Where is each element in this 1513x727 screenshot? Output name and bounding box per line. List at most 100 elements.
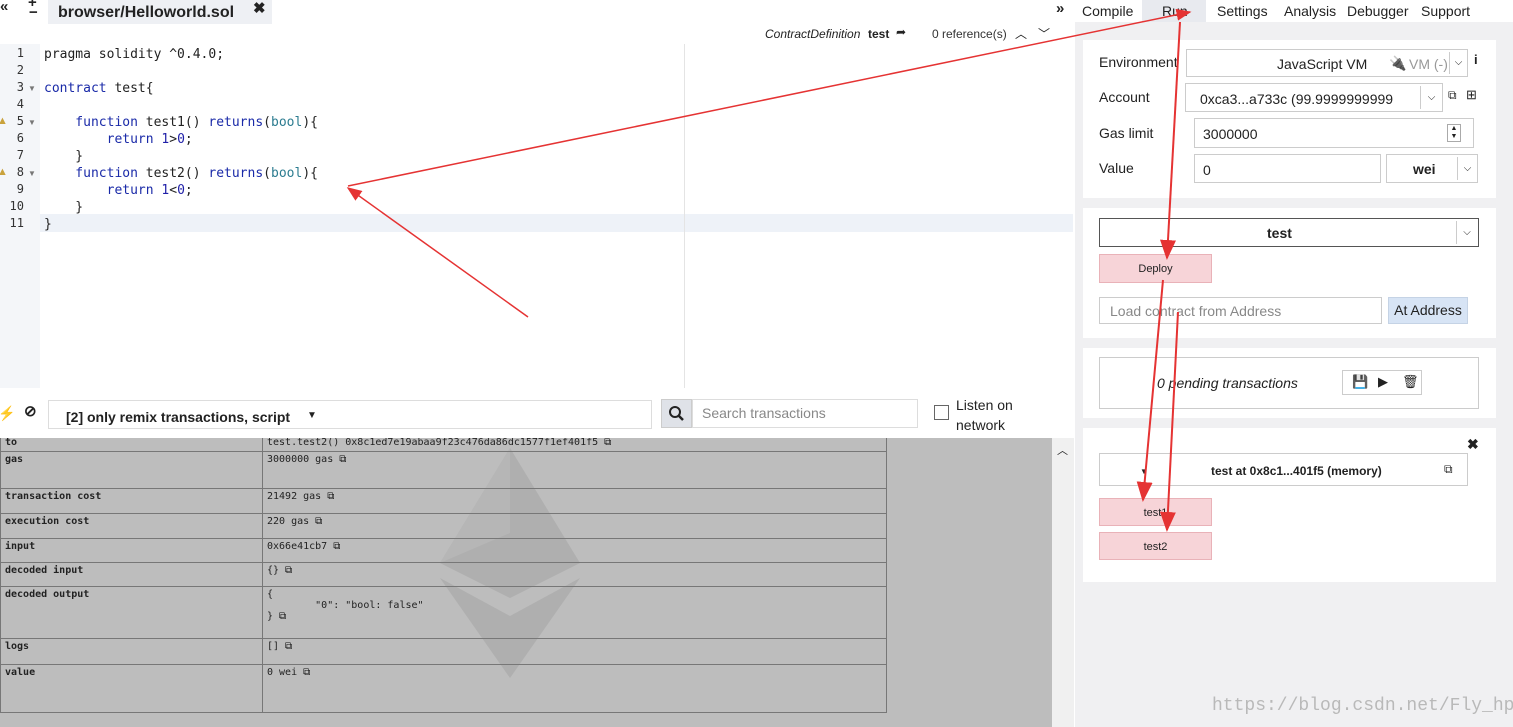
tx-key: value (0, 664, 263, 713)
code-token: ( (263, 115, 271, 130)
account-select[interactable]: 0xca3...a733c (99.9999999999 ⌵ (1185, 83, 1443, 112)
transaction-filter-dropdown[interactable]: [2] only remix transactions, script ▼ (48, 400, 652, 429)
trash-icon[interactable]: 🗑 (1402, 374, 1419, 390)
at-address-button[interactable]: At Address (1388, 297, 1468, 324)
search-button[interactable] (661, 399, 692, 428)
line-number: 9 (16, 182, 24, 196)
copy-account-icon[interactable]: ⧉ (1448, 88, 1457, 103)
copy-icon[interactable]: ⧉ (303, 667, 310, 678)
pending-controls: 💾 ▶ 🗑 (1342, 370, 1422, 395)
spinner-icon[interactable]: ▲ ▼ (1447, 124, 1461, 142)
close-instance-icon[interactable]: ✖ (1467, 436, 1479, 453)
tx-row: logs [] ⧉ (0, 638, 887, 665)
gas-limit-input[interactable]: 3000000 ▲ ▼ (1194, 118, 1474, 148)
code-token: returns (208, 115, 264, 130)
deploy-button[interactable]: Deploy (1099, 254, 1212, 283)
copy-address-icon[interactable]: ⧉ (1444, 462, 1453, 477)
code-token: function (44, 115, 146, 130)
tx-row: value 0 wei ⧉ (0, 664, 887, 713)
chevron-down-icon: ⌵ (1449, 52, 1467, 74)
search-transactions-input[interactable]: Search transactions (692, 399, 918, 428)
listen-on-network-checkbox[interactable] (934, 405, 949, 420)
chevron-down-icon[interactable]: ﹀ (1038, 25, 1050, 42)
line-number: 2 (16, 63, 24, 77)
fold-toggle-icon[interactable]: ▼ (28, 169, 36, 178)
fold-toggle-icon[interactable]: ▼ (28, 84, 36, 93)
copy-icon[interactable]: ⧉ (604, 438, 611, 448)
decrease-font-icon[interactable]: − (29, 4, 38, 21)
file-tab[interactable]: browser/Helloworld.sol ✖ (48, 0, 272, 24)
plug-icon: 🔌 (1389, 55, 1407, 71)
copy-icon[interactable]: ⧉ (327, 491, 334, 502)
value-input[interactable]: 0 (1194, 154, 1381, 183)
expand-right-icon[interactable]: » (1056, 0, 1064, 17)
copy-icon[interactable]: ⧉ (279, 611, 286, 622)
collapse-left-icon[interactable]: « (0, 0, 8, 15)
terminal-output: to test.test2() 0x8c1ed7e19abaa9f23c476da… (0, 438, 1052, 727)
tx-row: gas 3000000 gas ⧉ (0, 451, 887, 489)
environment-value: JavaScript VM (1277, 56, 1368, 72)
code-token: } (44, 200, 84, 215)
filter-label: [2] only remix transactions, script (66, 409, 291, 425)
tx-row: execution cost 220 gas ⧉ (0, 513, 887, 539)
load-contract-address-input[interactable]: Load contract from Address (1099, 297, 1382, 324)
value-unit-select[interactable]: wei ⌵ (1386, 154, 1478, 183)
tab-compile[interactable]: Compile (1082, 3, 1133, 19)
copy-icon[interactable]: ⧉ (339, 454, 346, 465)
add-account-icon[interactable]: ⊞ (1466, 87, 1477, 103)
copy-icon[interactable]: ⧉ (315, 516, 322, 527)
tab-support[interactable]: Support (1421, 3, 1470, 19)
tx-row: input 0x66e41cb7 ⧉ (0, 538, 887, 563)
tab-analysis[interactable]: Analysis (1284, 3, 1336, 19)
code-line: } (44, 148, 83, 165)
code-token: < (169, 183, 178, 198)
play-icon[interactable]: ▶ (1378, 374, 1388, 390)
terminal-toolbar: ⚡ ⊘ [2] only remix transactions, script … (0, 392, 1075, 438)
contract-select[interactable]: test ⌵ (1099, 218, 1479, 247)
copy-icon[interactable]: ⧉ (333, 541, 340, 552)
pending-transactions-text: 0 pending transactions (1157, 375, 1298, 391)
tx-key: decoded input (0, 562, 263, 587)
function-test2-button[interactable]: test2 (1099, 532, 1212, 560)
tab-debugger[interactable]: Debugger (1347, 3, 1409, 19)
code-lines[interactable]: pragma solidity ^0.4.0; contract test{ fu… (44, 44, 1073, 388)
chevron-up-icon[interactable]: ︿ (1015, 25, 1027, 42)
copy-icon[interactable]: ⧉ (285, 565, 292, 576)
tab-settings[interactable]: Settings (1217, 3, 1268, 19)
warning-icon[interactable]: ▲ (0, 166, 8, 178)
close-icon[interactable]: ✖ (253, 0, 266, 17)
tx-row: to test.test2() 0x8c1ed7e19abaa9f23c476da… (0, 438, 887, 452)
go-to-definition-icon[interactable]: ➦ (896, 25, 906, 39)
tx-row: transaction cost 21492 gas ⧉ (0, 488, 887, 514)
value-label: Value (1099, 160, 1134, 176)
save-icon[interactable]: 💾 (1352, 374, 1368, 390)
code-line: contract test{ (44, 80, 154, 97)
tx-value-text: { "0": "bool: false" } (267, 589, 424, 622)
tab-run[interactable]: Run (1162, 3, 1188, 19)
tx-value-text: 21492 gas (267, 491, 322, 502)
line-number: 7 (16, 148, 24, 162)
code-token: 0 (177, 132, 185, 147)
instance-header[interactable]: ▼ test at 0x8c1...401f5 (memory) ⧉ (1099, 453, 1468, 486)
warning-icon[interactable]: ▲ (0, 115, 8, 127)
clear-console-icon[interactable]: ⊘ (24, 402, 37, 420)
function-test1-button[interactable]: test1 (1099, 498, 1212, 526)
caret-down-icon[interactable]: ▼ (1140, 467, 1148, 476)
code-line: return 1<0; (44, 182, 193, 199)
toggle-terminal-icon[interactable]: ⚡ (0, 405, 15, 422)
line-number: 10 (9, 199, 24, 213)
terminal-scrollbar[interactable]: ︿ (1052, 438, 1074, 727)
copy-icon[interactable]: ⧉ (285, 641, 292, 652)
info-icon[interactable]: i (1474, 52, 1478, 67)
code-line: pragma solidity ^0.4.0; (44, 46, 224, 63)
tab-bar: « + − browser/Helloworld.sol ✖ » (0, 0, 1075, 24)
environment-label: Environment (1099, 54, 1178, 70)
environment-select[interactable]: JavaScript VM 🔌 VM (-) ⌵ (1186, 49, 1468, 77)
code-editor[interactable]: 1 2 3 4 5 6 7 8 9 10 11 ▼ ▼ ▼ ▲ ▲ pragma solidity ^0.4.… (0, 44, 1073, 388)
scroll-up-icon[interactable]: ︿ (1057, 442, 1068, 458)
fold-toggle-icon[interactable]: ▼ (28, 118, 36, 127)
tx-value-text: 220 gas (267, 516, 310, 527)
line-number: 3 (16, 80, 24, 94)
code-token: test{ (114, 81, 154, 96)
code-token: test1() (145, 115, 209, 130)
